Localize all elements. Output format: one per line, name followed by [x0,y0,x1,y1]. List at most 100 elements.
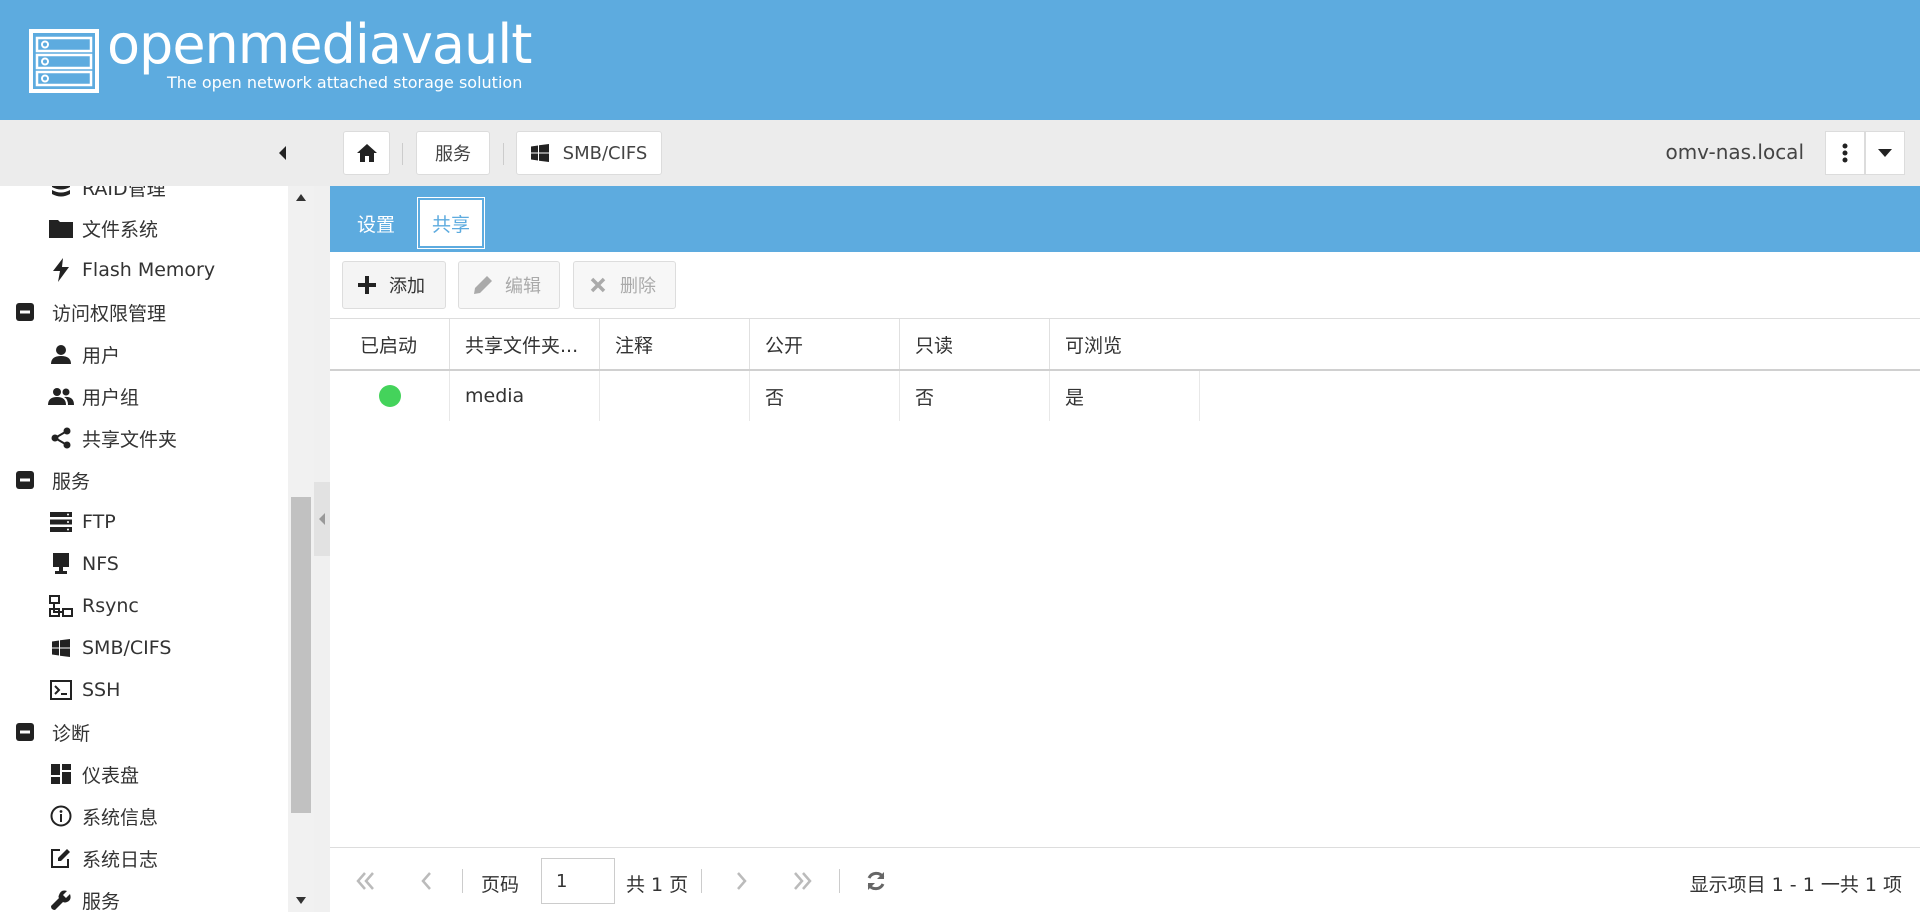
home-icon [356,144,377,162]
double-chevron-right-icon [794,872,812,890]
nav-item-shared-folders[interactable]: 共享文件夹 [0,417,288,459]
windows-icon [530,144,549,162]
pager-summary: 显示项目 1 - 1 一共 1 项 [1689,874,1902,896]
database-icon [48,186,74,200]
info-icon [48,803,74,829]
nav-label: 用户组 [82,386,140,409]
nav-label: 共享文件夹 [82,428,178,451]
prev-page-button[interactable] [414,869,438,893]
column-enabled[interactable]: 已启动 [330,319,450,369]
brand-name: openmediavault [107,13,532,76]
breadcrumb-smb[interactable]: SMB/CIFS [516,131,662,175]
sidebar-scrollbar-thumb[interactable] [291,497,311,813]
column-shared-folder[interactable]: 共享文件夹... [450,319,600,369]
tab-shares[interactable]: 共享 [417,197,485,249]
nav-label: Flash Memory [82,259,216,281]
nav-item-dashboard[interactable]: 仪表盘 [0,753,288,795]
cell-public: 否 [750,371,900,421]
nav-label: 系统信息 [82,806,159,829]
chevron-left-icon [421,872,431,890]
next-page-button[interactable] [730,869,754,893]
users-icon [48,383,74,409]
breadcrumb-services[interactable]: 服务 [416,131,490,175]
dashboard-icon [48,761,74,787]
enabled-status-icon [378,385,401,407]
nav-item-system-info[interactable]: 系统信息 [0,795,288,837]
nav-label: Rsync [82,595,139,617]
nav-group-services[interactable]: 服务 [0,459,288,501]
vertical-ellipsis-icon [1842,143,1848,163]
column-browseable[interactable]: 可浏览 [1050,319,1200,369]
caret-left-icon [319,513,325,525]
scroll-down-icon [296,897,306,904]
nav-item-groups[interactable]: 用户组 [0,375,288,417]
cell-shared-folder: media [450,371,600,421]
page-number-input[interactable] [541,858,615,904]
pager-separator [839,869,840,893]
nav-item-flash-memory[interactable]: Flash Memory [0,249,288,291]
scroll-up-icon [296,194,306,201]
caret-left-icon [279,146,286,160]
nav-item-ftp[interactable]: FTP [0,501,288,543]
plus-icon [355,276,379,294]
nav-item-rsync[interactable]: Rsync [0,585,288,627]
nav-group-label: 诊断 [52,722,91,745]
cell-browseable: 是 [1050,371,1200,421]
chevron-right-icon [737,872,747,890]
tab-settings[interactable]: 设置 [346,198,406,248]
double-chevron-left-icon [356,872,374,890]
nav-item-raid[interactable]: RAID管理 [0,186,288,208]
nav-item-users[interactable]: 用户 [0,333,288,375]
column-public[interactable]: 公开 [750,319,900,369]
edit-button[interactable]: 编辑 [458,261,560,309]
nav-item-nfs[interactable]: NFS [0,543,288,585]
first-page-button[interactable] [354,869,378,893]
cell-readonly: 否 [900,371,1050,421]
nav-label: RAID管理 [82,186,166,200]
sitemap-icon [48,593,74,619]
navigation-sidebar: RAID管理 文件系统 Flash Memory 访问权限管理 用户 用户组 共… [0,186,314,912]
nav-label: 仪表盘 [82,764,140,787]
page-label: 页码 [481,874,520,896]
nav-item-smb[interactable]: SMB/CIFS [0,627,288,669]
breadcrumb-separator [402,143,403,165]
nav-group-diagnostics[interactable]: 诊断 [0,711,288,753]
refresh-button[interactable] [864,869,888,893]
folder-icon [48,215,74,241]
breadcrumb-separator [503,143,504,165]
home-button[interactable] [343,131,390,175]
column-readonly[interactable]: 只读 [900,319,1050,369]
pager-separator [462,869,463,893]
nav-label: FTP [82,511,116,533]
column-comment[interactable]: 注释 [600,319,750,369]
nav-item-filesystems[interactable]: 文件系统 [0,207,288,249]
breadcrumb-smb-label: SMB/CIFS [562,142,648,164]
nav-label: 服务 [82,890,121,913]
action-toolbar [330,252,1920,319]
cell-comment [600,371,750,421]
delete-button[interactable]: 删除 [573,261,676,309]
nav-label: 用户 [82,344,121,367]
collapse-sidebar-button[interactable] [271,142,293,164]
nav-group-access-rights[interactable]: 访问权限管理 [0,291,288,333]
nav-label: SMB/CIFS [82,637,172,659]
share-icon [48,425,74,451]
nav-item-system-log[interactable]: 系统日志 [0,837,288,879]
nav-label: 系统日志 [82,848,159,871]
terminal-icon [48,677,74,703]
more-menu-button[interactable] [1825,131,1865,175]
splitter-handle[interactable] [314,482,330,556]
server-icon [48,509,74,535]
nav-item-services-diag[interactable]: 服务 [0,879,288,912]
nav-label: NFS [82,553,119,575]
add-button[interactable]: 添加 [342,261,446,309]
tab-bar [330,186,1920,252]
last-page-button[interactable] [790,869,814,893]
nav-item-ssh[interactable]: SSH [0,669,288,711]
delete-button-label: 删除 [620,276,656,297]
user-dropdown-button[interactable] [1865,131,1905,175]
hostname: omv-nas.local [1665,140,1804,164]
pager-separator [701,869,702,893]
nav-label: 文件系统 [82,218,159,241]
nav-group-label: 服务 [52,470,91,493]
